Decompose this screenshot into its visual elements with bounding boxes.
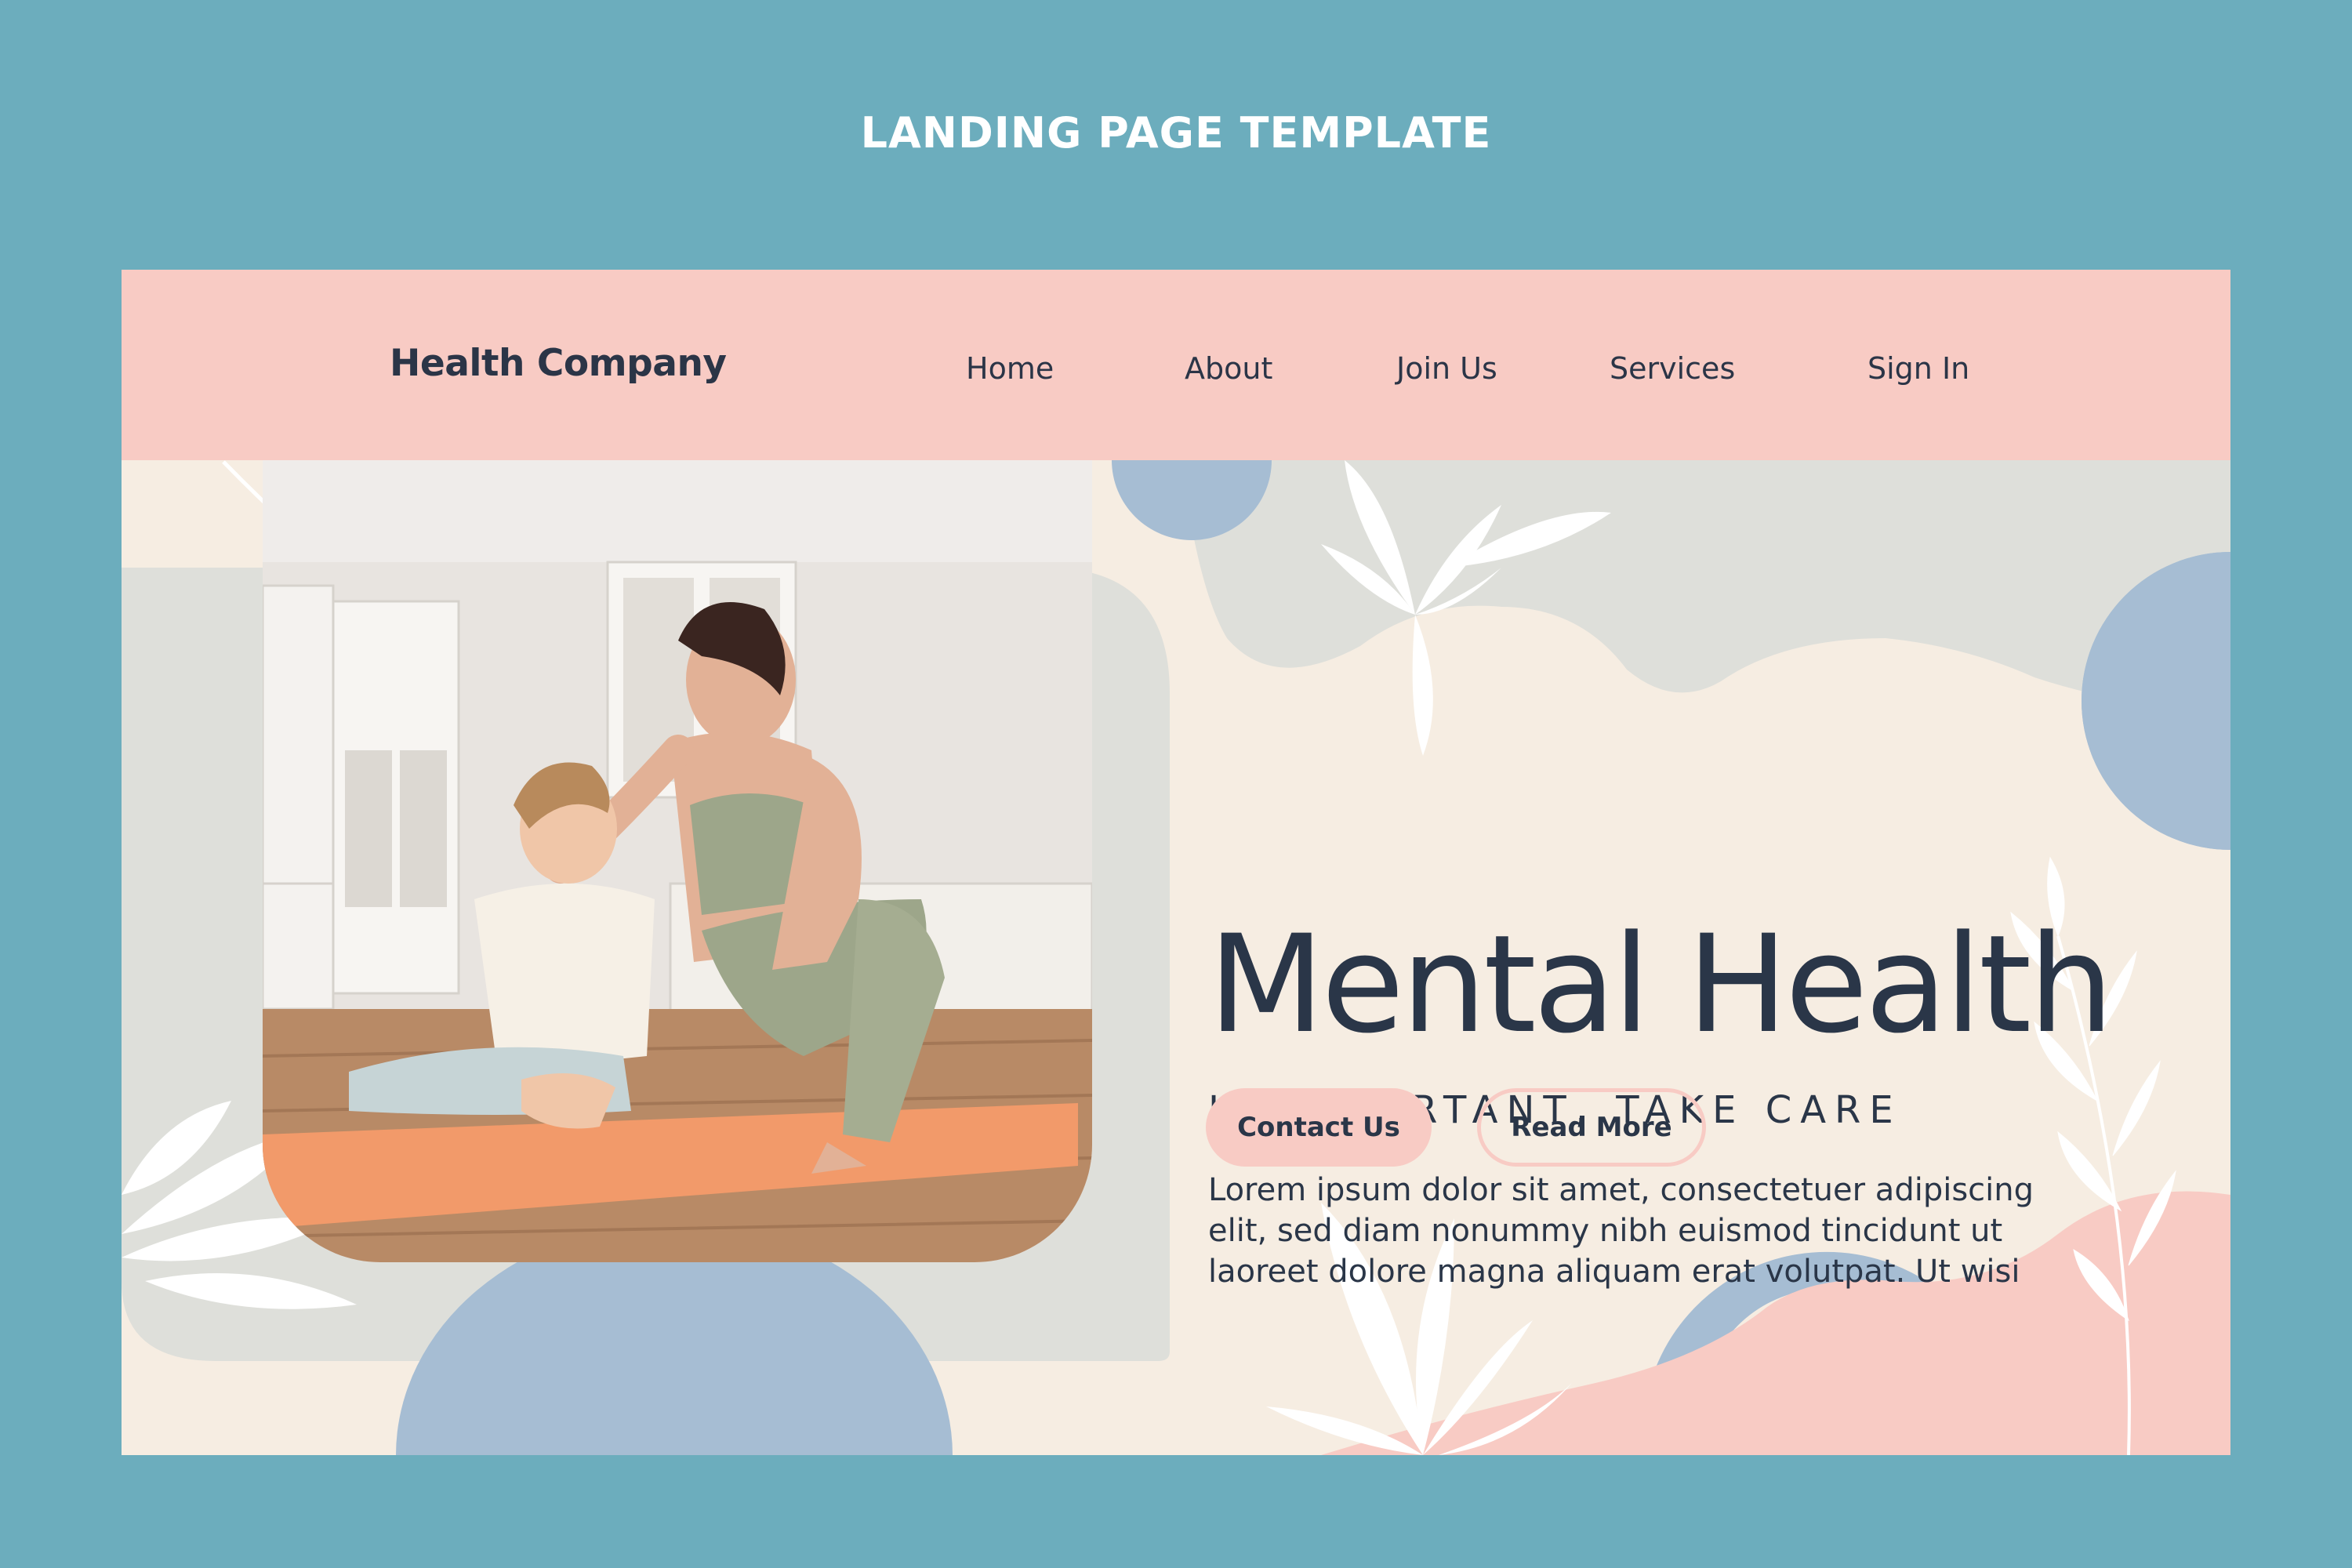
hero-body-line: laoreet dolore magna aliquam erat volutp…	[1208, 1254, 2020, 1290]
read-more-button[interactable]: Read More	[1477, 1088, 1706, 1167]
contact-us-button[interactable]: Contact Us	[1206, 1088, 1432, 1167]
landing-page-mockup: Health Company Home About Join Us Servic…	[122, 270, 2230, 1455]
brand-logo[interactable]: Health Company	[390, 342, 727, 385]
nav-sign-in[interactable]: Sign In	[1867, 351, 1969, 386]
nav-home[interactable]: Home	[966, 351, 1054, 386]
hero-body-line: Lorem ipsum dolor sit amet, consectetuer…	[1208, 1172, 2034, 1208]
hero-body-line: elit, sed diam nonummy nibh euismod tinc…	[1208, 1213, 2003, 1249]
nav-about[interactable]: About	[1185, 351, 1272, 386]
hero-body-text: Lorem ipsum dolor sit amet, consectetuer…	[1208, 1170, 2094, 1292]
grey-blob-top-right	[1188, 460, 2230, 709]
hero-photo	[263, 460, 1092, 1262]
banner-title: LANDING PAGE TEMPLATE	[860, 108, 1492, 158]
hero-photo-illustration	[263, 460, 1092, 1262]
hero-headline: Mental Health	[1208, 906, 2114, 1063]
nav-join-us[interactable]: Join Us	[1396, 351, 1497, 386]
nav-services[interactable]: Services	[1610, 351, 1735, 386]
site-header: Health Company Home About Join Us Servic…	[122, 270, 2230, 460]
